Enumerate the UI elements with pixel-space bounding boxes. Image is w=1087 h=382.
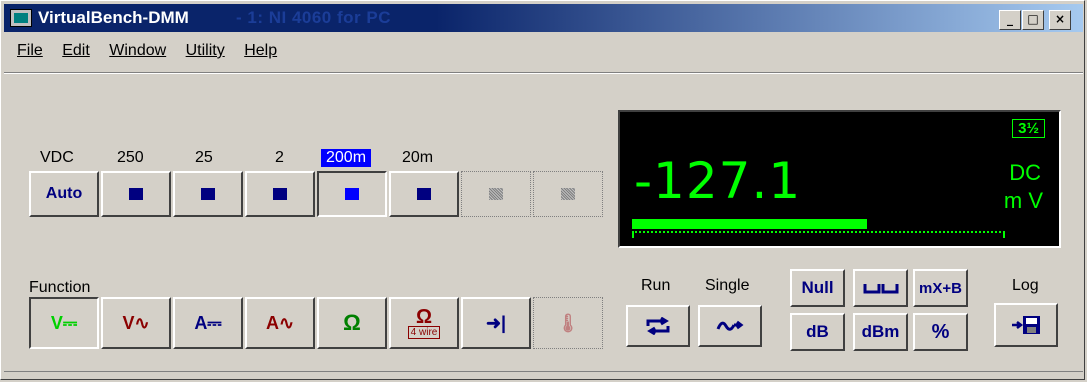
range-2-button[interactable] [245,171,315,217]
menu-help[interactable]: Help [244,42,277,60]
bottom-edge [4,371,1083,372]
ohms-icon: Ω [343,310,361,335]
run-button[interactable] [626,305,690,347]
ohms-button[interactable]: Ω [317,297,387,349]
menu-window[interactable]: Window [109,42,166,60]
range-indicator [417,188,431,200]
range-mode-label: VDC [40,149,74,166]
four-wire-label: 4 wire [407,325,441,339]
maximize-icon: □ [1027,12,1039,26]
single-label: Single [705,277,750,294]
mx-plus-b-button[interactable]: mX+B [913,269,968,307]
dc-volts-icon: V⎓ [50,312,78,333]
ac-volts-icon: V∿ [122,312,150,333]
reading-unit: m V [1003,188,1043,213]
title-bar[interactable]: VirtualBench-DMM - 1: NI 4060 for PC _ □… [4,4,1083,32]
minimize-button[interactable]: _ [999,10,1021,30]
dc-amps-icon: A⎓ [194,312,222,333]
bargraph-fill [632,219,867,229]
range-indicator-disabled [561,188,575,200]
dc-amps-button[interactable]: A⎓ [173,297,243,349]
app-icon[interactable] [10,9,32,27]
null-button[interactable]: Null [790,269,845,307]
db-label: dB [806,322,829,341]
function-label: Function [29,279,91,296]
hold-icon [863,284,898,294]
close-button[interactable]: × [1049,10,1071,30]
hold-button[interactable] [853,269,908,307]
range-label-20m: 20m [402,149,434,166]
close-icon: × [1054,12,1066,26]
menu-bar: File Edit Window Utility Help [4,42,279,68]
menu-edit[interactable]: Edit [62,42,90,60]
repeat-icon [646,317,670,335]
range-20m-button[interactable] [389,171,459,217]
db-button[interactable]: dB [790,313,845,351]
ac-amps-icon: A∿ [265,312,295,333]
menu-separator [4,72,1083,74]
ohms-4wire-icon: Ω [415,305,433,328]
range-indicator [129,188,143,200]
range-250-button[interactable] [101,171,171,217]
window-title-suffix: - 1: NI 4060 for PC [236,8,391,27]
reading-display: 3½ -127.1 DC m V [618,110,1061,248]
resolution-badge: 3½ [1012,119,1045,138]
range-disabled-button [533,171,603,217]
mx-plus-b-label: mX+B [919,279,962,297]
ac-amps-button[interactable]: A∿ [245,297,315,349]
minimize-icon: _ [1007,12,1013,26]
reading-mode: DC [1009,160,1041,185]
temperature-button: 🌡 [533,297,603,349]
diode-icon: ➜| [485,312,507,333]
percent-button[interactable]: % [913,313,968,351]
auto-range-button[interactable]: Auto [29,171,99,217]
range-indicator-active [345,188,359,200]
reading-value: -127.1 [634,152,802,210]
auto-range-label: Auto [45,185,83,202]
ohms-4wire-button[interactable]: Ω 4 wire [389,297,459,349]
dbm-label: dBm [861,322,900,341]
window-title: VirtualBench-DMM [38,8,189,27]
diode-button[interactable]: ➜| [461,297,531,349]
dc-volts-button[interactable]: V⎓ [29,297,99,349]
range-label-200m: 200m [321,149,372,167]
range-indicator [273,188,287,200]
log-label: Log [1012,277,1039,294]
single-shot-icon [716,320,744,331]
range-25-button[interactable] [173,171,243,217]
menu-file[interactable]: File [17,42,43,60]
menu-utility[interactable]: Utility [186,42,225,60]
range-indicator-disabled [489,188,503,200]
range-label-25: 25 [195,149,213,166]
run-label: Run [641,277,671,294]
bargraph-scale [632,231,1005,238]
maximize-button[interactable]: □ [1022,10,1044,30]
thermometer-icon: 🌡 [556,312,580,333]
ac-volts-button[interactable]: V∿ [101,297,171,349]
range-label-250: 250 [117,149,144,166]
dmm-window: VirtualBench-DMM - 1: NI 4060 for PC _ □… [0,0,1085,380]
range-label-2: 2 [275,149,284,166]
range-200m-button[interactable] [317,171,387,217]
single-button[interactable] [698,305,762,347]
range-disabled-button [461,171,531,217]
log-button[interactable] [994,303,1058,347]
save-to-disk-icon [1012,316,1040,334]
null-label: Null [801,278,834,297]
range-indicator [201,188,215,200]
percent-label: % [931,320,950,343]
dbm-button[interactable]: dBm [853,313,908,351]
